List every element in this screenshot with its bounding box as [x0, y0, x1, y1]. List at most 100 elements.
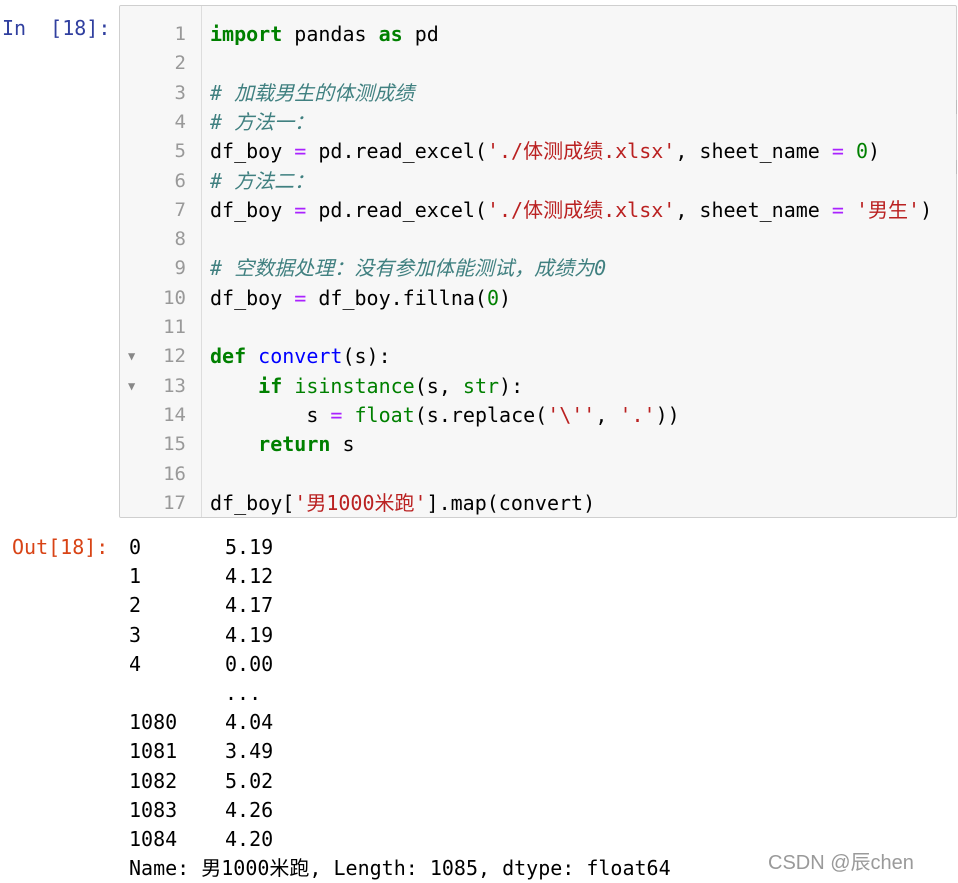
code-token: '.': [619, 402, 656, 427]
code-text: return s: [210, 430, 354, 459]
code-token: isinstance: [294, 373, 415, 398]
output-row: 0 5.19: [129, 533, 671, 562]
code-line[interactable]: 11: [120, 313, 956, 342]
series-index: 1082: [129, 768, 178, 793]
code-line[interactable]: 14 s = float(s.replace('\'', '.')): [120, 401, 956, 430]
series-value: 0.00: [225, 651, 274, 676]
code-line[interactable]: ▼ 13 if isinstance(s, str):: [120, 372, 956, 401]
code-token: , sheet_name: [675, 139, 832, 164]
code-token: return: [258, 432, 331, 457]
series-index: 3: [129, 622, 142, 647]
series-index: 1084: [129, 826, 178, 851]
series-value: ...: [225, 680, 262, 705]
code-line[interactable]: 5 df_boy = pd.read_excel('./体测成绩.xlsx', s…: [120, 137, 956, 166]
code-line[interactable]: 2: [120, 49, 956, 78]
output-row: 1 4.12: [129, 562, 671, 591]
code-line[interactable]: 4 # 方法一：: [120, 108, 956, 137]
code-text: def convert(s):: [210, 342, 391, 371]
code-token: =: [831, 139, 844, 164]
line-number: 17: [163, 491, 186, 514]
code-line[interactable]: 16: [120, 460, 956, 489]
line-number: 9: [174, 257, 186, 280]
series-index: 1081: [129, 739, 178, 764]
code-line[interactable]: 15 return s: [120, 430, 956, 459]
series-index: 2: [129, 593, 142, 618]
code-token: as: [378, 22, 403, 46]
code-token: str: [462, 373, 500, 398]
code-token: if: [258, 373, 283, 398]
code-token: './体测成绩.xlsx': [486, 139, 676, 164]
cell-output: 0 5.19 1 4.12 2 4.17 3 4.19 4 0.00... 1080 4.04 1081…: [129, 533, 671, 883]
code-text: # 方法一：: [210, 108, 314, 137]
code-token: '男1000米跑': [294, 490, 427, 515]
code-token: df_boy: [210, 139, 295, 164]
code-text: df_boy = pd.read_excel('./体测成绩.xlsx', sh…: [210, 196, 932, 225]
output-row: 1083 4.26: [129, 796, 671, 825]
line-number: 10: [163, 286, 186, 309]
code-token: )): [655, 402, 680, 427]
series-index: 1: [129, 564, 142, 589]
code-line[interactable]: 8: [120, 225, 956, 254]
code-token: df_boy: [210, 285, 295, 310]
code-line[interactable]: 6 # 方法二：: [120, 167, 956, 196]
code-token: ): [868, 139, 881, 164]
code-token: (s,: [414, 373, 463, 398]
code-line[interactable]: 10 df_boy = df_boy.fillna(0): [120, 284, 956, 313]
series-value: 4.17: [225, 593, 274, 618]
code-text: df_boy = pd.read_excel('./体测成绩.xlsx', sh…: [210, 137, 880, 166]
code-line[interactable]: 9 # 空数据处理：没有参加体能测试，成绩为0: [120, 254, 956, 283]
output-row: ...: [129, 679, 671, 708]
code-line[interactable]: 3 # 加载男生的体测成绩: [120, 79, 956, 108]
code-token: # 空数据处理：没有参加体能测试，成绩为0: [210, 256, 607, 281]
line-number: 1: [174, 23, 186, 45]
output-row: 1082 5.02: [129, 767, 671, 796]
scroll-marker: [952, 160, 957, 174]
code-token: # 方法一：: [210, 109, 315, 134]
code-token: (s.replace(: [414, 402, 548, 427]
code-token: ,: [595, 402, 620, 427]
code-token: df_boy.fillna(: [306, 285, 487, 310]
code-text: df_boy['男1000米跑'].map(convert): [210, 489, 595, 517]
code-token: , sheet_name: [675, 197, 832, 222]
code-token: 0: [486, 285, 500, 310]
code-line[interactable]: 7 df_boy = pd.read_excel('./体测成绩.xlsx', s…: [120, 196, 956, 225]
series-index: 1083: [129, 797, 178, 822]
line-number: 5: [174, 140, 186, 163]
code-line[interactable]: 1 import pandas as pd: [120, 20, 956, 49]
code-token: convert: [258, 344, 343, 369]
code-text: s = float(s.replace('\'', '.')): [210, 401, 680, 430]
line-number: 3: [174, 81, 186, 104]
series-index: 1080: [129, 710, 178, 735]
line-number: 4: [174, 110, 186, 133]
code-token: '男生': [855, 197, 921, 222]
code-token: =: [294, 285, 307, 310]
code-token: ): [499, 285, 512, 310]
code-text: import pandas as pd: [210, 20, 439, 49]
code-token: pd.read_excel(: [306, 139, 487, 164]
code-token: ):: [499, 373, 524, 398]
line-number: 15: [163, 433, 186, 456]
line-number: 14: [163, 403, 186, 426]
scroll-marker: [952, 100, 957, 114]
code-line[interactable]: 17 df_boy['男1000米跑'].map(convert): [120, 489, 956, 517]
input-prompt: In [18]:: [2, 16, 111, 40]
series-value: 4.12: [225, 564, 274, 589]
code-token: # 加载男生的体测成绩: [210, 80, 415, 105]
code-token: 0: [855, 139, 869, 164]
code-editor[interactable]: 1 import pandas as pd 2 3 # 加载男生的体测成绩 4 # 方法一：…: [119, 5, 957, 518]
series-footer: Name: 男1000米跑, Length: 1085, dtype: floa…: [129, 856, 671, 881]
line-number: 7: [174, 198, 186, 221]
code-token: ): [920, 197, 933, 222]
code-text: if isinstance(s, str):: [210, 372, 523, 401]
line-number: 2: [174, 52, 186, 75]
code-token: # 方法二：: [210, 168, 315, 193]
code-token: (s):: [342, 344, 391, 369]
code-token: =: [330, 402, 343, 427]
series-value: 5.02: [225, 768, 274, 793]
series-index: 4: [129, 651, 142, 676]
code-line[interactable]: ▼ 12 def convert(s):: [120, 342, 956, 371]
